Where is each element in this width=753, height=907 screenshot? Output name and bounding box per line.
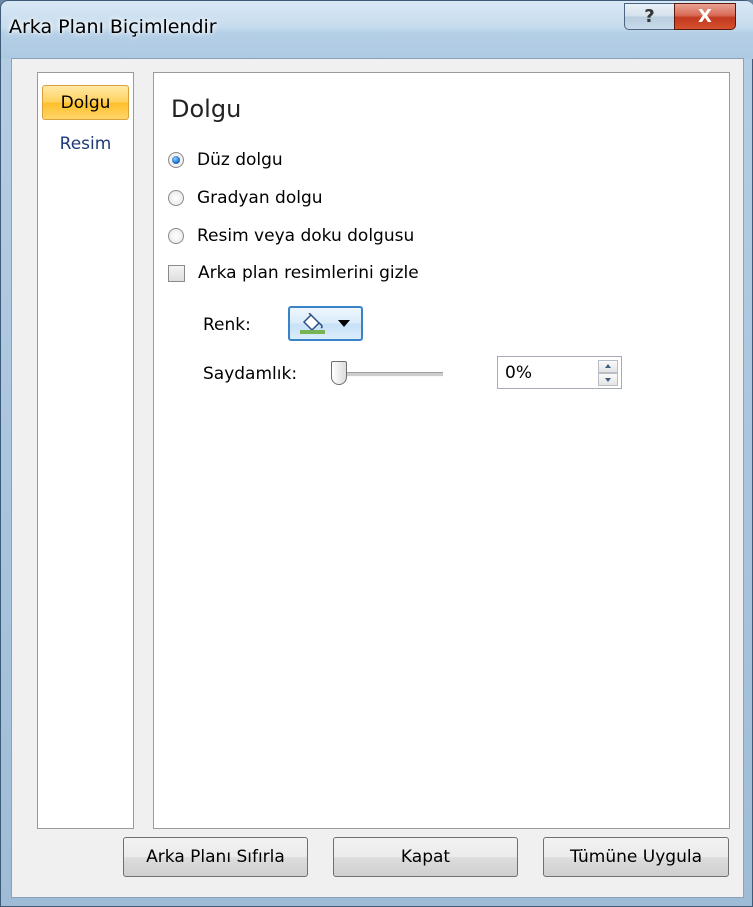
close-button[interactable]: Kapat [333,837,518,877]
spin-down-button[interactable] [598,373,618,386]
hide-background-option[interactable]: Arka plan resimlerini gizle [168,263,419,283]
caption-buttons: ? X [624,3,736,31]
dialog-client-area: Dolgu Resim Dolgu Düz dolgu Gradyan dolg… [11,58,744,898]
transparency-label: Saydamlık: [203,364,298,384]
picture-fill-label: Resim veya doku dolgusu [197,226,415,246]
gradient-fill-radio[interactable] [168,190,184,206]
close-window-button[interactable]: X [674,3,736,30]
close-icon: X [698,6,712,27]
hide-background-label: Arka plan resimlerini gizle [198,263,419,283]
color-picker-button[interactable] [288,306,363,341]
window-title: Arka Planı Biçimlendir [9,16,217,38]
reset-background-button[interactable]: Arka Planı Sıfırla [123,837,308,877]
apply-to-all-button[interactable]: Tümüne Uygula [543,837,729,877]
gradient-fill-option[interactable]: Gradyan dolgu [168,188,323,208]
picture-fill-option[interactable]: Resim veya doku dolgusu [168,226,414,246]
chevron-down-icon [338,320,350,327]
nav-item-resim[interactable]: Resim [42,129,129,159]
solid-fill-label: Düz dolgu [197,150,283,170]
spin-up-button[interactable] [598,360,618,373]
hide-background-checkbox[interactable] [168,264,185,282]
color-label: Renk: [203,315,251,335]
dialog-window: Arka Planı Biçimlendir ? X Dolgu Resim D… [0,0,753,907]
transparency-slider-thumb[interactable] [331,361,347,385]
transparency-spinner[interactable]: 0% [497,356,622,389]
category-nav: Dolgu Resim [37,72,134,829]
transparency-value[interactable]: 0% [505,363,532,383]
help-button[interactable]: ? [624,3,674,30]
solid-fill-radio[interactable] [168,152,184,168]
picture-fill-radio[interactable] [168,228,184,244]
transparency-slider-track[interactable] [339,372,443,377]
solid-fill-option[interactable]: Düz dolgu [168,150,283,170]
title-bar[interactable]: Arka Planı Biçimlendir ? X [1,1,753,59]
gradient-fill-label: Gradyan dolgu [197,188,323,208]
nav-item-dolgu[interactable]: Dolgu [42,85,129,120]
spinner-buttons [598,360,618,386]
fill-settings-panel: Dolgu Düz dolgu Gradyan dolgu Resim veya… [153,72,730,829]
panel-title: Dolgu [171,95,242,123]
paint-bucket-icon [300,313,325,334]
help-icon: ? [644,6,655,27]
